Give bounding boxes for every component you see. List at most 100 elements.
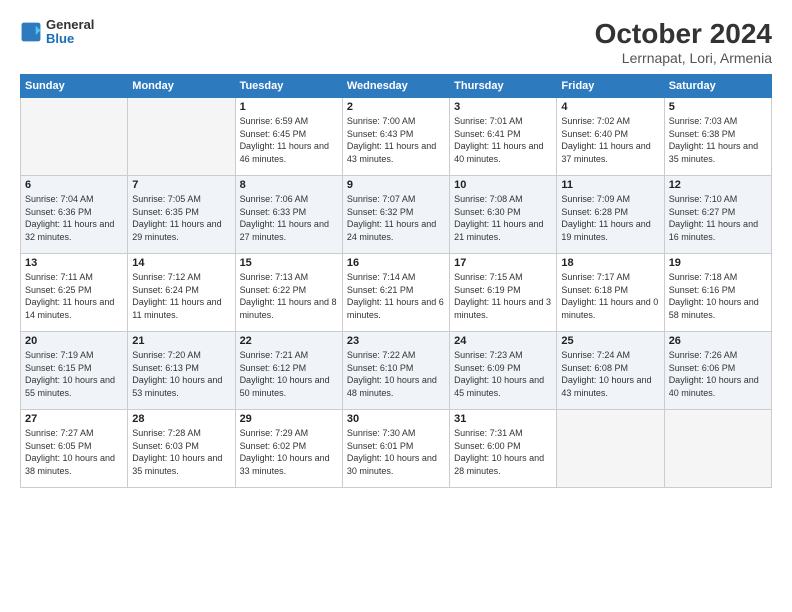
table-row: 18 Sunrise: 7:17 AM Sunset: 6:18 PM Dayli… xyxy=(557,254,664,332)
table-row: 20 Sunrise: 7:19 AM Sunset: 6:15 PM Dayli… xyxy=(21,332,128,410)
table-row: 19 Sunrise: 7:18 AM Sunset: 6:16 PM Dayli… xyxy=(664,254,771,332)
table-row: 12Sunrise: 7:10 AM Sunset: 6:27 PM Dayli… xyxy=(664,176,771,254)
day-number: 19 xyxy=(669,257,767,269)
day-info: Sunrise: 7:30 AM Sunset: 6:01 PM Dayligh… xyxy=(347,427,445,477)
day-info: Sunrise: 6:59 AM Sunset: 6:45 PM Dayligh… xyxy=(240,115,338,165)
day-number: 23 xyxy=(347,335,445,347)
table-row: 9 Sunrise: 7:07 AM Sunset: 6:32 PM Daylig… xyxy=(342,176,449,254)
day-number: 13 xyxy=(25,257,123,269)
day-number: 22 xyxy=(240,335,338,347)
calendar-table: Sunday Monday Tuesday Wednesday Thursday… xyxy=(20,74,772,488)
day-number: 2 xyxy=(347,101,445,113)
day-info: Sunrise: 7:18 AM Sunset: 6:16 PM Dayligh… xyxy=(669,271,767,321)
day-info: Sunrise: 7:22 AM Sunset: 6:10 PM Dayligh… xyxy=(347,349,445,399)
table-row: 2 Sunrise: 7:00 AM Sunset: 6:43 PM Daylig… xyxy=(342,98,449,176)
day-info: Sunrise: 7:04 AM Sunset: 6:36 PM Dayligh… xyxy=(25,193,123,243)
day-number: 9 xyxy=(347,179,445,191)
day-info: Sunrise: 7:08 AM Sunset: 6:30 PM Dayligh… xyxy=(454,193,552,243)
col-tuesday: Tuesday xyxy=(235,75,342,98)
day-info: Sunrise: 7:29 AM Sunset: 6:02 PM Dayligh… xyxy=(240,427,338,477)
day-number: 3 xyxy=(454,101,552,113)
table-row: 27 Sunrise: 7:27 AM Sunset: 6:05 PM Dayli… xyxy=(21,410,128,488)
day-info: Sunrise: 7:05 AM Sunset: 6:35 PM Dayligh… xyxy=(132,193,230,243)
day-number: 25 xyxy=(561,335,659,347)
table-row: 15 Sunrise: 7:13 AM Sunset: 6:22 PM Dayli… xyxy=(235,254,342,332)
day-info: Sunrise: 7:11 AM Sunset: 6:25 PM Dayligh… xyxy=(25,271,123,321)
day-info: Sunrise: 7:02 AM Sunset: 6:40 PM Dayligh… xyxy=(561,115,659,165)
page: General Blue October 2024 Lerrnapat, Lor… xyxy=(0,0,792,612)
day-info: Sunrise: 7:13 AM Sunset: 6:22 PM Dayligh… xyxy=(240,271,338,321)
table-row: 10 Sunrise: 7:08 AM Sunset: 6:30 PM Dayli… xyxy=(450,176,557,254)
day-info: Sunrise: 7:28 AM Sunset: 6:03 PM Dayligh… xyxy=(132,427,230,477)
day-info: Sunrise: 7:23 AM Sunset: 6:09 PM Dayligh… xyxy=(454,349,552,399)
day-info: Sunrise: 7:26 AM Sunset: 6:06 PM Dayligh… xyxy=(669,349,767,399)
day-number: 8 xyxy=(240,179,338,191)
day-number: 1 xyxy=(240,101,338,113)
logo-text: General Blue xyxy=(46,18,94,47)
day-info: Sunrise: 7:19 AM Sunset: 6:15 PM Dayligh… xyxy=(25,349,123,399)
day-number: 15 xyxy=(240,257,338,269)
col-saturday: Saturday xyxy=(664,75,771,98)
day-info: Sunrise: 7:15 AM Sunset: 6:19 PM Dayligh… xyxy=(454,271,552,321)
logo: General Blue xyxy=(20,18,94,47)
day-info: Sunrise: 7:20 AM Sunset: 6:13 PM Dayligh… xyxy=(132,349,230,399)
day-number: 29 xyxy=(240,413,338,425)
table-row xyxy=(21,98,128,176)
day-info: Sunrise: 7:07 AM Sunset: 6:32 PM Dayligh… xyxy=(347,193,445,243)
table-row: 17 Sunrise: 7:15 AM Sunset: 6:19 PM Dayli… xyxy=(450,254,557,332)
day-info: Sunrise: 7:14 AM Sunset: 6:21 PM Dayligh… xyxy=(347,271,445,321)
col-sunday: Sunday xyxy=(21,75,128,98)
day-info: Sunrise: 7:00 AM Sunset: 6:43 PM Dayligh… xyxy=(347,115,445,165)
table-row: 14 Sunrise: 7:12 AM Sunset: 6:24 PM Dayli… xyxy=(128,254,235,332)
day-info: Sunrise: 7:21 AM Sunset: 6:12 PM Dayligh… xyxy=(240,349,338,399)
table-row: 29 Sunrise: 7:29 AM Sunset: 6:02 PM Dayli… xyxy=(235,410,342,488)
col-friday: Friday xyxy=(557,75,664,98)
day-info: Sunrise: 7:03 AM Sunset: 6:38 PM Dayligh… xyxy=(669,115,767,165)
table-row xyxy=(557,410,664,488)
day-info: Sunrise: 7:17 AM Sunset: 6:18 PM Dayligh… xyxy=(561,271,659,321)
day-number: 27 xyxy=(25,413,123,425)
table-row: 6 Sunrise: 7:04 AM Sunset: 6:36 PM Daylig… xyxy=(21,176,128,254)
day-info: Sunrise: 7:24 AM Sunset: 6:08 PM Dayligh… xyxy=(561,349,659,399)
day-number: 20 xyxy=(25,335,123,347)
day-number: 16 xyxy=(347,257,445,269)
day-number: 21 xyxy=(132,335,230,347)
day-info: Sunrise: 7:09 AM Sunset: 6:28 PM Dayligh… xyxy=(561,193,659,243)
day-info: Sunrise: 7:31 AM Sunset: 6:00 PM Dayligh… xyxy=(454,427,552,477)
calendar-subtitle: Lerrnapat, Lori, Armenia xyxy=(595,50,772,66)
logo-icon xyxy=(20,21,42,43)
table-row: 26 Sunrise: 7:26 AM Sunset: 6:06 PM Dayli… xyxy=(664,332,771,410)
table-row: 28Sunrise: 7:28 AM Sunset: 6:03 PM Dayli… xyxy=(128,410,235,488)
day-number: 11 xyxy=(561,179,659,191)
table-row: 13 Sunrise: 7:11 AM Sunset: 6:25 PM Dayli… xyxy=(21,254,128,332)
header: General Blue October 2024 Lerrnapat, Lor… xyxy=(20,18,772,66)
table-row: 3 Sunrise: 7:01 AM Sunset: 6:41 PM Daylig… xyxy=(450,98,557,176)
logo-line2: Blue xyxy=(46,32,94,46)
col-wednesday: Wednesday xyxy=(342,75,449,98)
day-number: 10 xyxy=(454,179,552,191)
col-monday: Monday xyxy=(128,75,235,98)
day-info: Sunrise: 7:12 AM Sunset: 6:24 PM Dayligh… xyxy=(132,271,230,321)
day-number: 24 xyxy=(454,335,552,347)
day-number: 6 xyxy=(25,179,123,191)
day-info: Sunrise: 7:27 AM Sunset: 6:05 PM Dayligh… xyxy=(25,427,123,477)
table-row: 23 Sunrise: 7:22 AM Sunset: 6:10 PM Dayli… xyxy=(342,332,449,410)
day-number: 4 xyxy=(561,101,659,113)
table-row: 25 Sunrise: 7:24 AM Sunset: 6:08 PM Dayli… xyxy=(557,332,664,410)
table-row xyxy=(128,98,235,176)
table-row: 31Sunrise: 7:31 AM Sunset: 6:00 PM Dayli… xyxy=(450,410,557,488)
calendar-header-row: Sunday Monday Tuesday Wednesday Thursday… xyxy=(21,75,772,98)
table-row: 8Sunrise: 7:06 AM Sunset: 6:33 PM Daylig… xyxy=(235,176,342,254)
day-number: 26 xyxy=(669,335,767,347)
table-row: 21 Sunrise: 7:20 AM Sunset: 6:13 PM Dayli… xyxy=(128,332,235,410)
day-info: Sunrise: 7:01 AM Sunset: 6:41 PM Dayligh… xyxy=(454,115,552,165)
day-number: 17 xyxy=(454,257,552,269)
day-info: Sunrise: 7:10 AM Sunset: 6:27 PM Dayligh… xyxy=(669,193,767,243)
table-row: 1 Sunrise: 6:59 AM Sunset: 6:45 PM Daylig… xyxy=(235,98,342,176)
day-number: 18 xyxy=(561,257,659,269)
table-row: 4 Sunrise: 7:02 AM Sunset: 6:40 PM Daylig… xyxy=(557,98,664,176)
day-number: 14 xyxy=(132,257,230,269)
table-row: 5Sunrise: 7:03 AM Sunset: 6:38 PM Daylig… xyxy=(664,98,771,176)
day-number: 30 xyxy=(347,413,445,425)
day-number: 7 xyxy=(132,179,230,191)
